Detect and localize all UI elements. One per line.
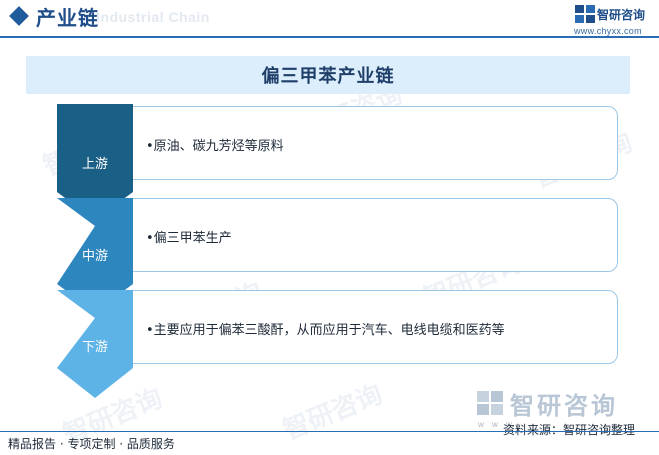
stage-label-midstream: 中游 bbox=[81, 249, 108, 264]
source-note: 资料来源：智研咨询整理 bbox=[503, 423, 636, 437]
footer-divider bbox=[0, 431, 659, 432]
stage-label-downstream: 下游 bbox=[81, 340, 108, 355]
footer-logo-icon bbox=[477, 391, 503, 415]
stage-label-upstream: 上游 bbox=[81, 157, 108, 172]
footer-brand-name: 智研咨询 bbox=[510, 392, 618, 420]
footer-tagline: 精品报告 · 专项定制 · 品质服务 bbox=[8, 437, 175, 451]
